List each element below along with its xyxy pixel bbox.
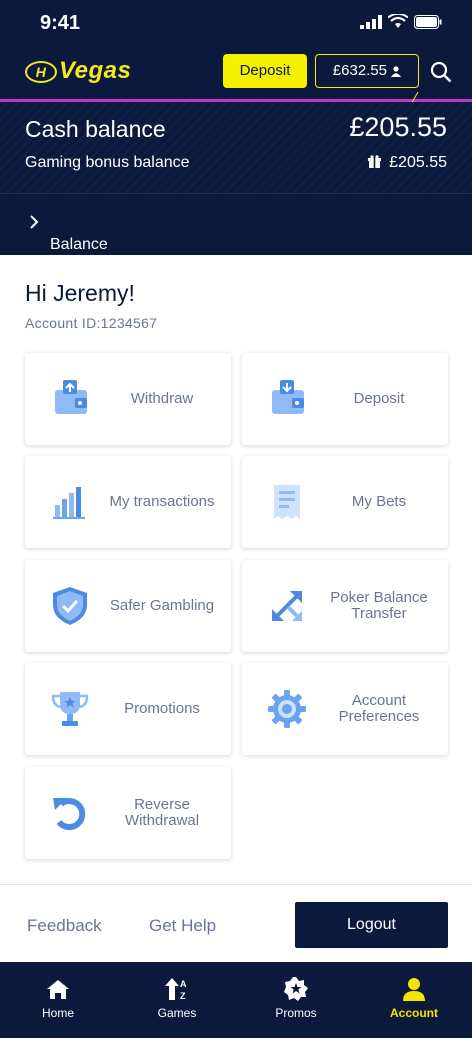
account-footer: Feedback Get Help Logout bbox=[0, 884, 472, 962]
svg-text:Z: Z bbox=[180, 991, 186, 1001]
user-icon bbox=[391, 65, 402, 77]
tab-promos-label: Promos bbox=[275, 1006, 317, 1020]
account-preferences-label: Account Preferences bbox=[338, 691, 420, 725]
logo-text: Vegas bbox=[59, 57, 132, 84]
status-time: 9:41 bbox=[40, 12, 81, 34]
status-icons bbox=[360, 14, 442, 29]
search-icon[interactable] bbox=[430, 61, 452, 83]
my-transactions-label: My transactions bbox=[109, 492, 215, 510]
get-help-link[interactable]: Get Help bbox=[149, 916, 216, 936]
greeting: Hi Jeremy! bbox=[25, 280, 135, 306]
home-icon bbox=[47, 980, 69, 999]
brand-logo[interactable]: H Vegas bbox=[25, 57, 131, 85]
promotions-tile[interactable]: Promotions bbox=[25, 663, 231, 755]
wallet-up-icon bbox=[55, 380, 87, 414]
bonus-balance-amount: £205.55 bbox=[389, 154, 447, 171]
shield-check-icon bbox=[53, 587, 87, 625]
tab-home[interactable]: Home bbox=[8, 962, 108, 1038]
my-transactions-tile[interactable]: My transactions bbox=[25, 456, 231, 548]
promotions-label: Promotions bbox=[124, 699, 200, 717]
transfer-arrows-icon bbox=[272, 591, 302, 621]
account-icon bbox=[403, 978, 425, 1001]
tab-home-label: Home bbox=[41, 1006, 74, 1020]
cash-balance-value: £205.55 bbox=[349, 112, 447, 142]
wallet-down-icon bbox=[272, 380, 304, 414]
wifi-icon bbox=[388, 14, 408, 28]
tab-account-label: Account bbox=[390, 1006, 438, 1020]
safer-gambling-tile[interactable]: Safer Gambling bbox=[25, 560, 231, 652]
trophy-icon bbox=[51, 692, 89, 726]
promos-badge-icon bbox=[284, 977, 308, 1001]
balance-info-text: Balance information bbox=[50, 236, 130, 271]
withdraw-tile[interactable]: Withdraw bbox=[25, 353, 231, 445]
header-balance-button[interactable]: £632.55 bbox=[315, 54, 419, 88]
signal-icon bbox=[360, 14, 382, 29]
feedback-link[interactable]: Feedback bbox=[27, 916, 102, 936]
cash-balance-label: Cash balance bbox=[25, 116, 166, 142]
balance-information-label: Balance information bbox=[25, 215, 129, 271]
tab-games-label: Games bbox=[157, 1006, 197, 1020]
bonus-balance-label: Gaming bonus balance bbox=[25, 154, 190, 171]
logo-mark: H bbox=[25, 60, 57, 83]
deposit-label: Deposit bbox=[353, 389, 405, 407]
svg-text:A: A bbox=[180, 979, 187, 989]
deposit-tile[interactable]: Deposit bbox=[242, 353, 448, 445]
header-balance-value: £632.55 bbox=[332, 62, 388, 79]
logout-button[interactable]: Logout bbox=[295, 902, 448, 948]
balance-panel: Cash balance £205.55 Gaming bonus balanc… bbox=[0, 102, 472, 193]
tab-promos[interactable]: Promos bbox=[246, 962, 346, 1038]
header-deposit-button[interactable]: Deposit bbox=[223, 54, 307, 88]
status-bar: 9:41 bbox=[0, 0, 472, 44]
reverse-withdrawal-tile[interactable]: Reverse Withdrawal bbox=[25, 767, 231, 859]
bonus-balance-value: £205.55 bbox=[368, 154, 447, 172]
safer-gambling-label: Safer Gambling bbox=[109, 596, 215, 614]
my-bets-label: My Bets bbox=[351, 492, 407, 510]
poker-balance-transfer-tile[interactable]: Poker Balance Transfer bbox=[242, 560, 448, 652]
games-sort-icon: AZ bbox=[165, 978, 187, 1001]
battery-icon bbox=[414, 14, 442, 29]
account-id: Account ID:1234567 bbox=[25, 315, 158, 331]
account-preferences-tile[interactable]: Account Preferences bbox=[242, 663, 448, 755]
poker-balance-transfer-label: Poker Balance Transfer bbox=[330, 588, 428, 622]
gear-icon bbox=[268, 690, 306, 728]
gift-icon bbox=[368, 155, 382, 168]
withdraw-label: Withdraw bbox=[130, 389, 194, 407]
bar-chart-icon bbox=[53, 487, 85, 519]
chevron-right-icon bbox=[30, 215, 39, 229]
tab-account[interactable]: Account bbox=[364, 962, 464, 1038]
balance-information-link[interactable]: Balance information bbox=[0, 193, 472, 271]
tab-games[interactable]: AZ Games bbox=[127, 962, 227, 1038]
receipt-icon bbox=[274, 485, 300, 519]
reverse-icon bbox=[53, 798, 86, 831]
reverse-withdrawal-label: Reverse Withdrawal bbox=[124, 795, 200, 829]
bottom-tab-bar: Home AZ Games Promos Account bbox=[0, 962, 472, 1038]
my-bets-tile[interactable]: My Bets bbox=[242, 456, 448, 548]
